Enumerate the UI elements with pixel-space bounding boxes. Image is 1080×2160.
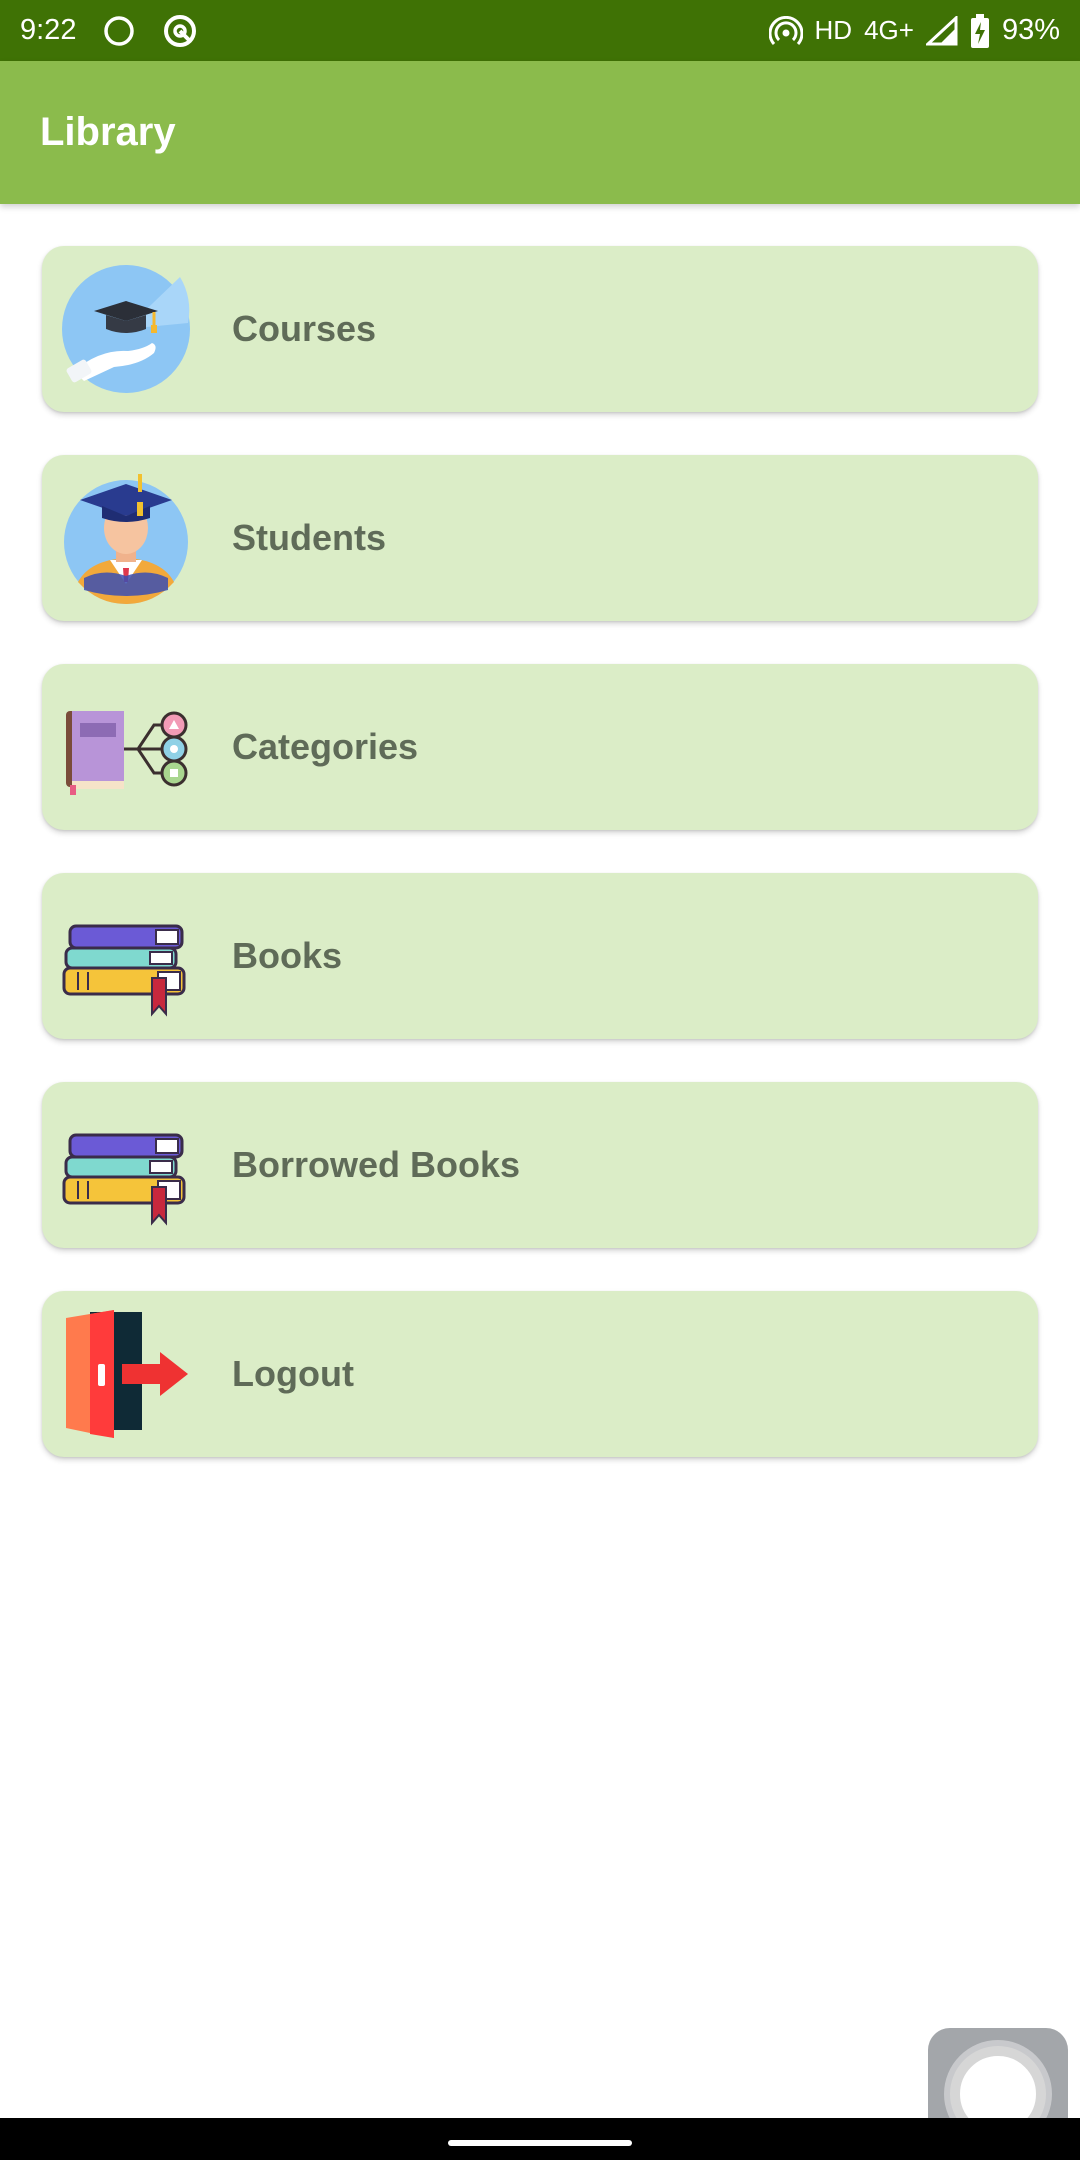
menu-item-label: Courses <box>232 308 377 349</box>
app-bar: Library <box>0 61 1080 204</box>
menu-item-books[interactable]: Books <box>42 873 1038 1039</box>
navigation-bar <box>0 2118 1080 2160</box>
menu-item-label: Categories <box>232 726 419 767</box>
book-stack-icon <box>60 890 192 1022</box>
graduate-student-icon <box>60 472 192 604</box>
graduation-cap-hand-icon <box>60 263 192 395</box>
menu-item-label: Borrowed Books <box>232 1144 521 1185</box>
menu-item-courses[interactable]: Courses <box>42 246 1038 412</box>
home-gesture-handle[interactable] <box>448 2140 632 2146</box>
circle-icon <box>102 14 136 48</box>
book-stack-icon <box>60 1099 192 1231</box>
battery-percent: 93% <box>1001 14 1060 46</box>
signal-type-label: 4G+ <box>864 15 914 45</box>
menu-item-logout[interactable]: Logout <box>42 1291 1038 1457</box>
status-bar: 9:22 HD 4G+ 93% <box>0 0 1080 61</box>
status-time: 9:22 <box>20 14 77 46</box>
menu-item-categories[interactable]: Categories <box>42 664 1038 830</box>
menu-item-label: Books <box>232 935 343 976</box>
book-categories-icon <box>60 681 192 813</box>
menu-item-label: Students <box>232 517 387 558</box>
network-hd-label: HD <box>814 15 853 45</box>
battery-charging-icon <box>970 13 990 48</box>
menu-item-borrowed-books[interactable]: Borrowed Books <box>42 1082 1038 1248</box>
signal-strength-icon <box>925 15 958 46</box>
menu-item-label: Logout <box>232 1353 354 1394</box>
exit-door-icon <box>60 1308 192 1440</box>
menu-item-students[interactable]: Students <box>42 455 1038 621</box>
page-title: Library <box>40 110 176 154</box>
hotspot-icon <box>768 15 803 46</box>
menu-list: Courses Students Categories Books Borrow… <box>42 246 1038 1500</box>
at-sign-icon <box>162 13 198 49</box>
